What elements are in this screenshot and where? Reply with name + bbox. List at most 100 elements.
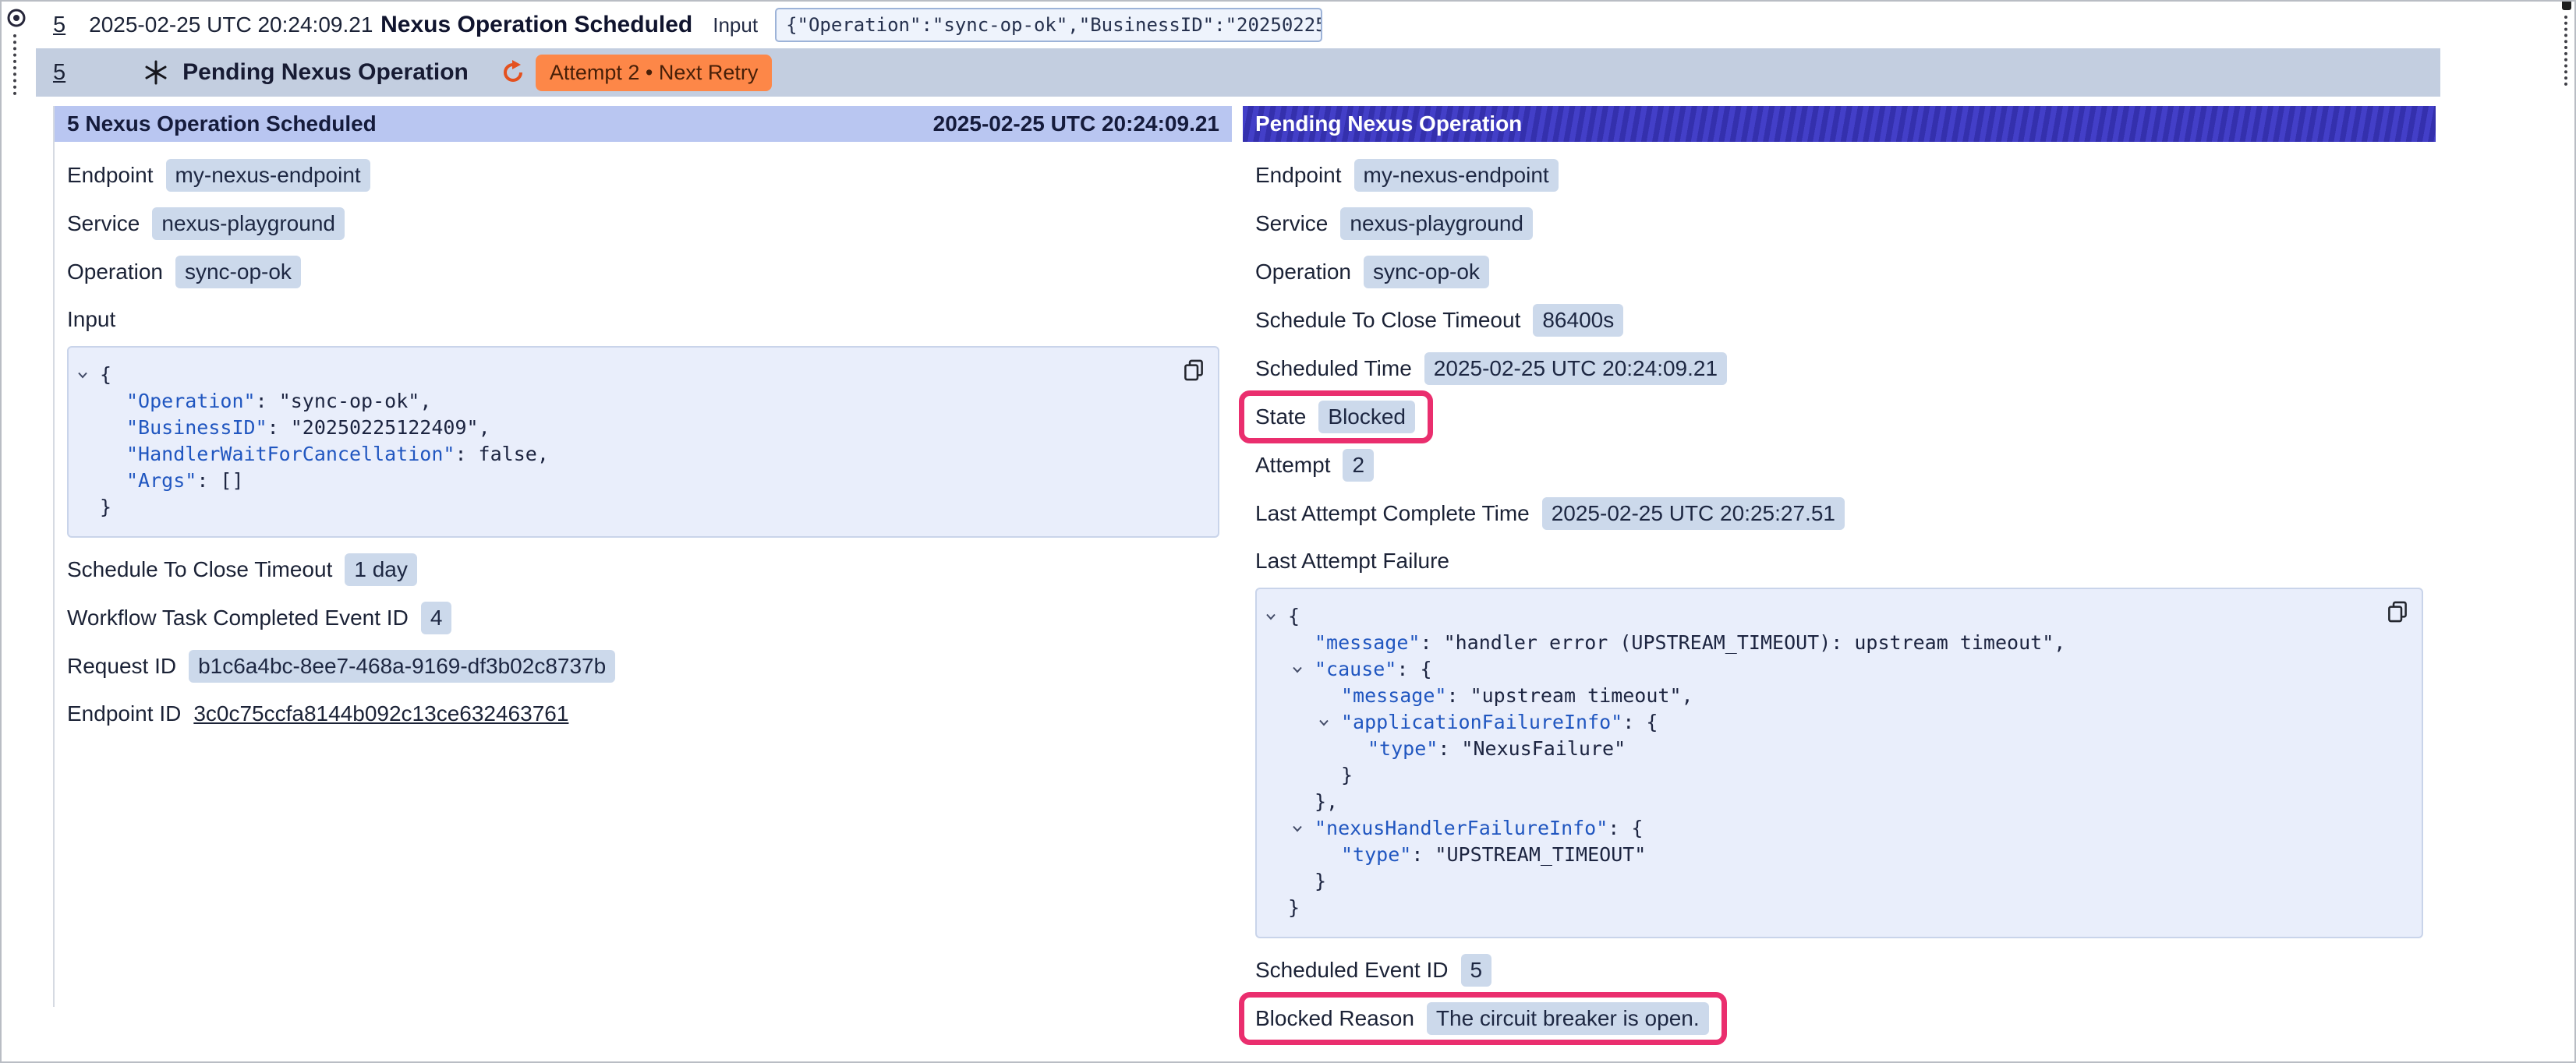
json-token: "message"	[1315, 631, 1420, 654]
field-value-badge: nexus-playground	[1340, 207, 1533, 240]
json-token: ,	[537, 443, 549, 465]
event-id-link[interactable]: 5	[53, 12, 65, 38]
json-token: :	[1622, 711, 1646, 733]
json-token: "cause"	[1315, 658, 1396, 680]
json-line: },	[1257, 789, 2367, 815]
field-row: Schedule To Close Timeout1 day	[67, 553, 1219, 586]
json-token: {	[1288, 605, 1300, 627]
json-token: []	[220, 469, 243, 492]
json-line: {	[69, 362, 1163, 388]
field-row: Schedule To Close Timeout86400s	[1255, 304, 2423, 337]
collapse-chevron-icon[interactable]	[75, 367, 90, 383]
scheduled-panel-body: Endpointmy-nexus-endpoint Service nexus-pl…	[55, 142, 1232, 729]
json-token: "NexusFailure"	[1461, 737, 1626, 760]
scheduled-event-panel: 5 Nexus Operation Scheduled 2025-02-25 U…	[53, 106, 1232, 1007]
json-token: "nexusHandlerFailureInfo"	[1315, 817, 1608, 839]
collapse-chevron-icon[interactable]	[1290, 821, 1305, 836]
failure-section-label-row: Last Attempt Failure	[1255, 546, 2423, 577]
field-label: Attempt	[1255, 453, 1330, 478]
field-row: Endpoint ID3c0c75ccfa8144b092c13ce632463…	[67, 698, 1219, 729]
json-line: "applicationFailureInfo": {	[1257, 709, 2367, 736]
field-value-link[interactable]: 3c0c75ccfa8144b092c13ce632463761	[193, 701, 568, 726]
input-label: Input	[713, 13, 758, 37]
field-label: Service	[67, 211, 140, 236]
json-token: ,	[1682, 684, 1693, 707]
pending-panel-header: Pending Nexus Operation	[1243, 106, 2436, 142]
field-value-badge: 5	[1461, 954, 1492, 987]
field-row: StateBlocked	[1255, 401, 2423, 433]
field-row: Workflow Task Completed Event ID4	[67, 602, 1219, 634]
field-row: Request IDb1c6a4bc-8ee7-468a-9169-df3b02…	[67, 650, 1219, 683]
pending-panel-title: Pending Nexus Operation	[1255, 111, 1522, 136]
field-row: Operationsync-op-ok	[1255, 256, 2423, 288]
field-row: Endpointmy-nexus-endpoint	[1255, 159, 2423, 192]
field-label: Last Attempt Complete Time	[1255, 501, 1530, 526]
minimap-gutter	[2443, 2, 2574, 106]
timeline-gutter	[2, 2, 33, 1061]
json-token: :	[1396, 658, 1420, 680]
event-row-pending[interactable]: 5 Pending Nexus Operation Attempt 2 • Ne…	[36, 48, 2440, 97]
field-label: Workflow Task Completed Event ID	[67, 606, 409, 630]
json-token: "BusinessID"	[126, 416, 267, 439]
input-section-label-row: Input	[67, 304, 1219, 335]
json-token: "20250225122409"	[291, 416, 479, 439]
copy-button[interactable]	[1180, 357, 1207, 386]
field-row: Scheduled Event ID5	[1255, 954, 2423, 987]
json-token: :	[1438, 737, 1461, 760]
json-token: :	[196, 469, 220, 492]
field-label: Schedule To Close Timeout	[1255, 308, 1520, 333]
annotation-highlight: Blocked ReasonThe circuit breaker is ope…	[1239, 992, 1727, 1045]
json-line: }	[1257, 762, 2367, 789]
json-token: ,	[419, 390, 431, 412]
json-line: {	[1257, 603, 2367, 630]
json-line: "message": "handler error (UPSTREAM_TIME…	[1257, 630, 2367, 656]
field-label: Operation	[1255, 260, 1351, 284]
json-token: "type"	[1368, 737, 1438, 760]
collapse-chevron-icon[interactable]	[1263, 609, 1279, 624]
field-row: Endpointmy-nexus-endpoint	[67, 159, 1219, 192]
pending-operation-panel: Pending Nexus Operation Endpointmy-nexus…	[1243, 106, 2436, 1035]
field-row: Service nexus-playground	[1255, 207, 2423, 240]
json-line: "type": "UPSTREAM_TIMEOUT"	[1257, 842, 2367, 868]
event-timestamp: 2025-02-25 UTC 20:24:09.21	[89, 12, 380, 37]
field-row: Blocked ReasonThe circuit breaker is ope…	[1255, 1002, 2423, 1035]
pending-event-id-link[interactable]: 5	[53, 60, 65, 86]
json-token: "handler error (UPSTREAM_TIMEOUT): upstr…	[1444, 631, 2054, 654]
copy-button[interactable]	[2384, 599, 2411, 627]
field-label: Scheduled Time	[1255, 356, 1412, 381]
json-line: "Args": []	[69, 468, 1163, 494]
field-value-badge: The circuit breaker is open.	[1427, 1002, 1709, 1035]
json-token: "message"	[1341, 684, 1446, 707]
field-value-badge: 1 day	[345, 553, 417, 586]
attempt-retry-badge: Attempt 2 • Next Retry	[536, 55, 773, 91]
failure-section-label: Last Attempt Failure	[1255, 549, 1449, 574]
json-token: :	[256, 390, 279, 412]
json-token: "HandlerWaitForCancellation"	[126, 443, 455, 465]
field-value-badge: 2025-02-25 UTC 20:25:27.51	[1542, 497, 1845, 530]
field-value-badge: sync-op-ok	[175, 256, 301, 288]
json-line: "Operation": "sync-op-ok",	[69, 388, 1163, 415]
json-token: :	[1411, 843, 1435, 866]
field-value-badge: Blocked	[1318, 401, 1415, 433]
pending-title: Pending Nexus Operation	[182, 59, 469, 86]
event-row-scheduled[interactable]: 5 2025-02-25 UTC 20:24:09.21 Nexus Opera…	[33, 2, 2574, 48]
json-token: {	[100, 363, 111, 386]
annotation-highlight: StateBlocked	[1239, 390, 1433, 443]
collapse-chevron-icon[interactable]	[1290, 662, 1305, 677]
field-value-badge: nexus-playground	[152, 207, 345, 240]
field-row: Last Attempt Complete Time 2025-02-25 UTC…	[1255, 497, 2423, 530]
json-token: :	[455, 443, 478, 465]
input-json-viewer: {"Operation": "sync-op-ok","BusinessID":…	[67, 346, 1219, 538]
json-token: ,	[2054, 631, 2065, 654]
field-label: Service	[1255, 211, 1328, 236]
minimap-thumb[interactable]	[2562, 2, 2571, 10]
json-token: :	[1608, 817, 1631, 839]
collapse-chevron-icon[interactable]	[1316, 715, 1332, 730]
json-line: "nexusHandlerFailureInfo": {	[1257, 815, 2367, 842]
copy-icon	[2384, 599, 2411, 627]
json-token: "UPSTREAM_TIMEOUT"	[1435, 843, 1646, 866]
scheduled-panel-timestamp: 2025-02-25 UTC 20:24:09.21	[933, 111, 1219, 136]
event-title: Nexus Operation Scheduled	[380, 12, 692, 38]
field-value-badge: 2025-02-25 UTC 20:24:09.21	[1424, 352, 1727, 385]
json-line: "cause": {	[1257, 656, 2367, 683]
